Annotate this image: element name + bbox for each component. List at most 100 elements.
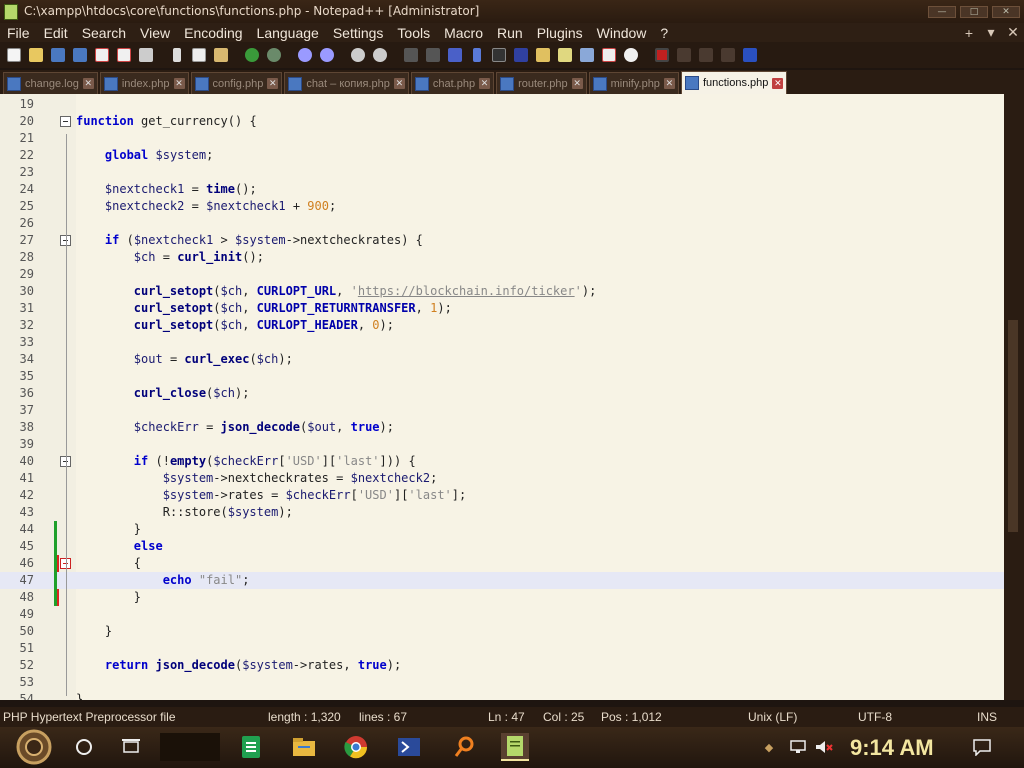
tab-close-icon[interactable]: ✕: [173, 78, 185, 89]
code-line[interactable]: 39: [0, 436, 1004, 453]
save-all-icon[interactable]: [70, 46, 89, 65]
menu-search[interactable]: Search: [75, 25, 133, 41]
tab-config-php[interactable]: config.php ✕: [190, 72, 283, 94]
function-list-icon[interactable]: [555, 46, 574, 65]
code-line[interactable]: 22 global $system;: [0, 147, 1004, 164]
code-line[interactable]: 20 function get_currency() {: [0, 113, 1004, 130]
undo-icon[interactable]: [242, 46, 261, 65]
notepadpp-icon[interactable]: [4, 3, 18, 20]
code-line[interactable]: 35: [0, 368, 1004, 385]
show-hidden-icons[interactable]: ◆: [762, 733, 776, 761]
sync-horizontal-icon[interactable]: [423, 46, 442, 65]
open-file-icon[interactable]: [26, 46, 45, 65]
tab-functions-php[interactable]: functions.php ✕: [680, 71, 788, 94]
start-button[interactable]: [14, 729, 54, 765]
menu-edit[interactable]: Edit: [37, 25, 75, 41]
menu-help[interactable]: ?: [653, 25, 675, 41]
code-line[interactable]: 44 }: [0, 521, 1004, 538]
indent-guide-icon[interactable]: [489, 46, 508, 65]
save-macro-icon[interactable]: [740, 46, 759, 65]
code-line[interactable]: 34 $out = curl_exec($ch);: [0, 351, 1004, 368]
find-icon[interactable]: [295, 46, 314, 65]
show-all-chars-icon[interactable]: [467, 46, 486, 65]
code-editor[interactable]: 19 20 function get_currency() {21 22 global…: [0, 94, 1004, 700]
code-line[interactable]: 21: [0, 130, 1004, 147]
code-line[interactable]: 28 $ch = curl_init();: [0, 249, 1004, 266]
code-line[interactable]: 30 curl_setopt($ch, CURLOPT_URL, 'https:…: [0, 283, 1004, 300]
code-line[interactable]: 46 {: [0, 555, 1004, 572]
close-file-icon[interactable]: [92, 46, 111, 65]
close-all-icon[interactable]: [114, 46, 133, 65]
copy-icon[interactable]: [189, 46, 208, 65]
save-icon[interactable]: [48, 46, 67, 65]
code-line[interactable]: 31 curl_setopt($ch, CURLOPT_RETURNTRANSF…: [0, 300, 1004, 317]
cortana-icon[interactable]: [70, 733, 98, 761]
code-line[interactable]: 36 curl_close($ch);: [0, 385, 1004, 402]
code-line[interactable]: 27 if ($nextcheck1 > $system->nextcheckr…: [0, 232, 1004, 249]
menu-tools[interactable]: Tools: [390, 25, 437, 41]
record-macro-icon[interactable]: [652, 46, 671, 65]
code-line[interactable]: 50 }: [0, 623, 1004, 640]
code-line[interactable]: 45 else: [0, 538, 1004, 555]
new-file-icon[interactable]: [4, 46, 23, 65]
replace-icon[interactable]: [317, 46, 336, 65]
tab-list-icon[interactable]: ▾: [980, 24, 1002, 41]
tab-chat-copy-php[interactable]: chat – копия.php ✕: [284, 72, 409, 94]
code-line[interactable]: 23: [0, 164, 1004, 181]
tab-close-icon[interactable]: ✕: [571, 78, 583, 89]
task-view-icon[interactable]: [117, 733, 145, 761]
maximize-button[interactable]: □: [960, 5, 988, 18]
code-line[interactable]: 42 $system->rates = $checkErr['USD']['la…: [0, 487, 1004, 504]
redo-icon[interactable]: [264, 46, 283, 65]
code-line[interactable]: 52 return json_decode($system->rates, tr…: [0, 657, 1004, 674]
menu-macro[interactable]: Macro: [437, 25, 490, 41]
user-language-icon[interactable]: [511, 46, 530, 65]
file-explorer-icon[interactable]: [290, 733, 318, 761]
stop-macro-icon[interactable]: [674, 46, 693, 65]
run-macro-multiple-icon[interactable]: [718, 46, 737, 65]
menu-settings[interactable]: Settings: [326, 25, 391, 41]
tab-minify-php[interactable]: minify.php ✕: [588, 72, 679, 94]
code-line[interactable]: 47 echo "fail";: [0, 572, 1004, 589]
print-icon[interactable]: [136, 46, 155, 65]
zoom-in-icon[interactable]: [348, 46, 367, 65]
menu-view[interactable]: View: [133, 25, 177, 41]
code-line[interactable]: 38 $checkErr = json_decode($out, true);: [0, 419, 1004, 436]
tab-close-icon[interactable]: ✕: [267, 78, 279, 89]
code-line[interactable]: 48 }: [0, 589, 1004, 606]
word-wrap-icon[interactable]: [445, 46, 464, 65]
code-line[interactable]: 33: [0, 334, 1004, 351]
powershell-icon[interactable]: [395, 733, 423, 761]
code-line[interactable]: 40 if (!empty($checkErr['USD']['last']))…: [0, 453, 1004, 470]
playback-macro-icon[interactable]: [696, 46, 715, 65]
new-tab-icon[interactable]: +: [958, 25, 980, 41]
menu-window[interactable]: Window: [590, 25, 654, 41]
volume-muted-icon[interactable]: [810, 733, 838, 761]
code-line[interactable]: 26: [0, 215, 1004, 232]
code-line[interactable]: 25 $nextcheck2 = $nextcheck1 + 900;: [0, 198, 1004, 215]
close-doc-icon[interactable]: ✕: [1002, 24, 1024, 41]
paste-icon[interactable]: [211, 46, 230, 65]
zoom-out-icon[interactable]: [370, 46, 389, 65]
menu-run[interactable]: Run: [490, 25, 530, 41]
tab-index-php[interactable]: index.php ✕: [99, 72, 189, 94]
code-line[interactable]: 54}: [0, 691, 1004, 700]
code-line[interactable]: 24 $nextcheck1 = time();: [0, 181, 1004, 198]
tab-router-php[interactable]: router.php ✕: [496, 72, 587, 94]
vertical-scrollbar[interactable]: [1004, 94, 1024, 700]
scrollbar-thumb[interactable]: [1008, 320, 1018, 532]
code-line[interactable]: 32 curl_setopt($ch, CURLOPT_HEADER, 0);: [0, 317, 1004, 334]
action-center-icon[interactable]: [968, 733, 996, 761]
tab-chat-php[interactable]: chat.php ✕: [410, 72, 495, 94]
code-line[interactable]: 19: [0, 96, 1004, 113]
code-line[interactable]: 41 $system->nextcheckrates = $nextcheck2…: [0, 470, 1004, 487]
code-line[interactable]: 29: [0, 266, 1004, 283]
search-magnifier-app-icon[interactable]: [450, 733, 478, 761]
sheets-app-icon[interactable]: [237, 733, 265, 761]
folder-workspace-icon[interactable]: [577, 46, 596, 65]
taskbar-search-area[interactable]: [160, 733, 220, 761]
network-icon[interactable]: [784, 733, 812, 761]
code-line[interactable]: 49: [0, 606, 1004, 623]
sync-vertical-icon[interactable]: [401, 46, 420, 65]
menu-language[interactable]: Language: [250, 25, 326, 41]
